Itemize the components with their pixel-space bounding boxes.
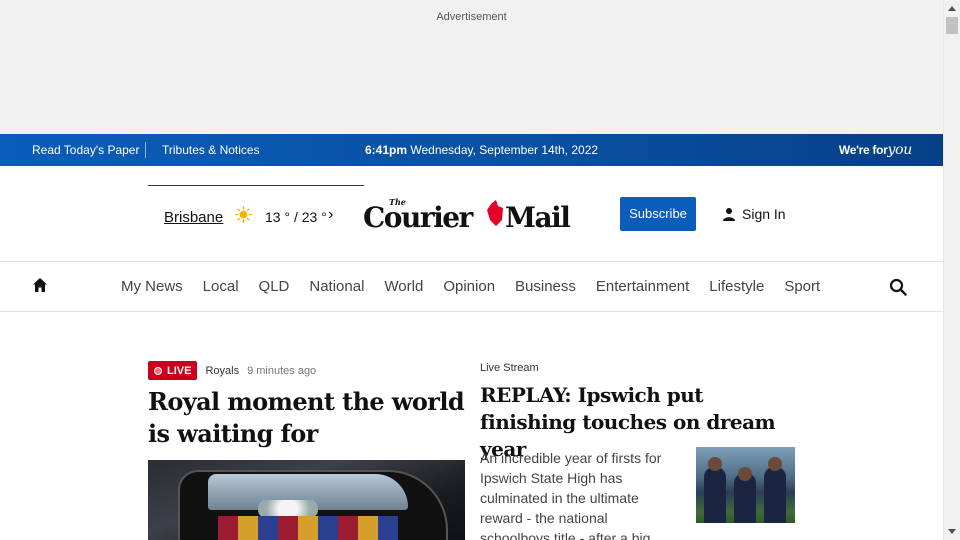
tagline-prefix: We're for xyxy=(838,143,888,157)
tagline-script: you xyxy=(887,142,913,158)
brand-tagline: We're foryou xyxy=(839,142,912,158)
side-story-image[interactable] xyxy=(696,447,795,523)
lead-story-image[interactable] xyxy=(148,460,465,540)
side-story-kicker[interactable]: Live Stream xyxy=(480,362,795,374)
player-head-shape xyxy=(768,457,782,471)
current-time: 6:41pm xyxy=(365,143,408,157)
logo-courier: Courier xyxy=(363,201,475,232)
lead-story-meta: LIVE Royals 9 minutes ago xyxy=(148,361,465,380)
logo-mail: Mail xyxy=(505,201,570,232)
weather-widget[interactable]: Brisbane 13 ° / 23 ° › xyxy=(148,185,364,235)
player-head-shape xyxy=(738,467,752,481)
weather-temperature: 13 ° / 23 ° xyxy=(265,209,327,225)
content-area: LIVE Royals 9 minutes ago Royal moment t… xyxy=(0,312,943,540)
lead-story-headline[interactable]: Royal moment the world is waiting for xyxy=(148,386,465,450)
masthead: Brisbane 13 ° / 23 ° › The Courier Mail … xyxy=(0,166,943,262)
scrollbar-thumb[interactable] xyxy=(946,17,958,34)
top-bar-divider xyxy=(145,142,146,158)
current-date: Wednesday, September 14th, 2022 xyxy=(410,143,599,157)
queensland-map-icon xyxy=(487,200,503,226)
nav-item-opinion[interactable]: Opinion xyxy=(433,278,505,295)
scroll-down-arrow-icon[interactable] xyxy=(948,529,956,534)
weather-city[interactable]: Brisbane xyxy=(164,209,223,226)
sign-in-button[interactable]: Sign In xyxy=(722,206,786,222)
nav-item-local[interactable]: Local xyxy=(193,278,249,295)
player-shape xyxy=(704,467,726,523)
main-navigation: My News Local QLD National World Opinion… xyxy=(0,262,943,312)
nav-item-lifestyle[interactable]: Lifestyle xyxy=(699,278,774,295)
player-shape xyxy=(764,467,786,523)
top-bar: Read Today's Paper Tributes & Notices 6:… xyxy=(0,134,943,166)
lead-story-category[interactable]: Royals xyxy=(205,365,239,377)
lead-story-timestamp: 9 minutes ago xyxy=(247,364,317,377)
person-icon xyxy=(723,208,735,221)
player-head-shape xyxy=(708,457,722,471)
lead-story[interactable]: LIVE Royals 9 minutes ago Royal moment t… xyxy=(148,361,465,540)
live-badge: LIVE xyxy=(148,361,198,380)
read-todays-paper-link[interactable]: Read Today's Paper xyxy=(32,143,139,157)
side-story[interactable]: Live Stream REPLAY: Ipswich put finishin… xyxy=(480,362,795,540)
advertisement-slot[interactable]: Advertisement xyxy=(0,0,943,134)
nav-item-world[interactable]: World xyxy=(374,278,433,295)
nav-item-national[interactable]: National xyxy=(299,278,374,295)
live-dot-icon xyxy=(154,366,162,375)
live-badge-label: LIVE xyxy=(167,364,192,377)
nav-items: My News Local QLD National World Opinion… xyxy=(111,278,830,295)
advertisement-label: Advertisement xyxy=(436,11,507,23)
tributes-notices-link[interactable]: Tributes & Notices xyxy=(162,143,260,157)
nav-item-entertainment[interactable]: Entertainment xyxy=(586,278,699,295)
courier-mail-logo[interactable]: The Courier Mail xyxy=(363,196,581,232)
nav-item-qld[interactable]: QLD xyxy=(249,278,300,295)
chevron-right-icon[interactable]: › xyxy=(328,206,333,224)
nav-item-business[interactable]: Business xyxy=(505,278,586,295)
page: Advertisement Read Today's Paper Tribute… xyxy=(0,0,943,540)
scroll-up-arrow-icon[interactable] xyxy=(948,6,956,11)
nav-item-sport[interactable]: Sport xyxy=(774,278,830,295)
search-icon[interactable] xyxy=(889,278,907,296)
home-icon[interactable] xyxy=(32,277,48,293)
current-datetime: 6:41pm Wednesday, September 14th, 2022 xyxy=(365,143,598,157)
vertical-scrollbar[interactable] xyxy=(943,0,960,540)
subscribe-button[interactable]: Subscribe xyxy=(620,197,696,231)
side-story-description: An incredible year of firsts for Ipswich… xyxy=(480,450,662,540)
sign-in-label: Sign In xyxy=(742,206,786,222)
nav-item-my-news[interactable]: My News xyxy=(111,278,193,295)
royal-standard-shape xyxy=(218,516,398,540)
sun-icon xyxy=(235,206,252,223)
